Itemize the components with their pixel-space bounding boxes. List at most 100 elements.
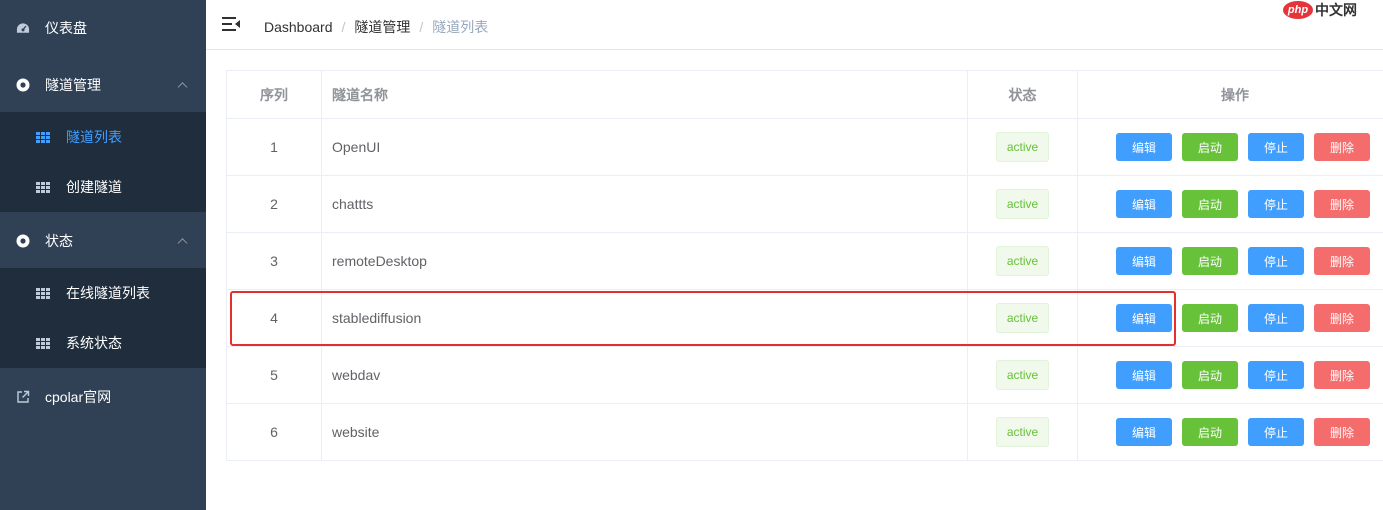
edit-button[interactable]: 编辑 <box>1116 304 1172 332</box>
external-link-icon <box>16 390 30 404</box>
edit-button[interactable]: 编辑 <box>1116 361 1172 389</box>
delete-button[interactable]: 删除 <box>1314 247 1370 275</box>
status-badge: active <box>995 417 1050 447</box>
site-watermark: php 中文网 <box>1283 0 1357 20</box>
stop-button[interactable]: 停止 <box>1248 133 1304 161</box>
breadcrumb-separator: / <box>419 19 424 35</box>
sidebar-label-cpolar-site: cpolar官网 <box>45 389 112 405</box>
table-row: 5 webdav active 编辑 启动 停止 删除 <box>226 346 1383 404</box>
sidebar-item-dashboard[interactable]: 仪表盘 <box>0 0 206 56</box>
chevron-up-icon <box>177 238 188 249</box>
edit-button[interactable]: 编辑 <box>1116 247 1172 275</box>
cell-index: 5 <box>226 346 322 404</box>
edit-button[interactable]: 编辑 <box>1116 133 1172 161</box>
column-header-name: 隧道名称 <box>321 70 968 119</box>
cell-tunnel-name: remoteDesktop <box>321 232 968 290</box>
status-badge: active <box>995 132 1050 162</box>
stop-button[interactable]: 停止 <box>1248 247 1304 275</box>
breadcrumb-separator: / <box>341 19 346 35</box>
breadcrumb-tunnel-management[interactable]: 隧道管理 <box>354 17 410 37</box>
cell-status: active <box>967 289 1078 347</box>
cell-status: active <box>967 175 1078 233</box>
table-header-row: 序列 隧道名称 状态 操作 <box>226 70 1383 119</box>
cell-actions: 编辑 启动 停止 删除 <box>1077 232 1383 290</box>
cell-actions: 编辑 启动 停止 删除 <box>1077 118 1383 176</box>
status-badge: active <box>995 246 1050 276</box>
cell-tunnel-name: webdav <box>321 346 968 404</box>
cell-actions: 编辑 启动 停止 删除 <box>1077 175 1383 233</box>
stop-button[interactable]: 停止 <box>1248 361 1304 389</box>
column-header-status: 状态 <box>967 70 1078 119</box>
delete-button[interactable]: 删除 <box>1314 418 1370 446</box>
cell-status: active <box>967 232 1078 290</box>
menu-toggle-icon[interactable] <box>222 17 240 31</box>
tunnel-table: 序列 隧道名称 状态 操作 1 OpenUI active 编辑 启动 停止 删… <box>226 70 1383 461</box>
status-badge: active <box>995 189 1050 219</box>
sidebar-label-online-tunnel-list: 在线隧道列表 <box>66 285 150 301</box>
sidebar-item-tunnel-management[interactable]: 隧道管理 <box>0 57 206 113</box>
table-row: 6 website active 编辑 启动 停止 删除 <box>226 403 1383 461</box>
sidebar-label-dashboard: 仪表盘 <box>45 20 87 36</box>
grid-icon <box>36 286 50 300</box>
cell-index: 4 <box>226 289 322 347</box>
lifebuoy-icon <box>16 234 30 248</box>
status-badge: active <box>995 360 1050 390</box>
sidebar-item-system-status[interactable]: 系统状态 <box>0 318 206 368</box>
sidebar: 仪表盘 隧道管理 隧道列表 创建隧道 状态 在线隧道列表 系统状态 cpolar… <box>0 0 206 510</box>
start-button[interactable]: 启动 <box>1182 247 1238 275</box>
sidebar-label-system-status: 系统状态 <box>66 335 122 351</box>
edit-button[interactable]: 编辑 <box>1116 418 1172 446</box>
grid-icon <box>36 180 50 194</box>
cell-index: 2 <box>226 175 322 233</box>
edit-button[interactable]: 编辑 <box>1116 190 1172 218</box>
delete-button[interactable]: 删除 <box>1314 361 1370 389</box>
app-root: 仪表盘 隧道管理 隧道列表 创建隧道 状态 在线隧道列表 系统状态 cpolar… <box>0 0 1383 510</box>
table-row: 2 chattts active 编辑 启动 停止 删除 <box>226 175 1383 233</box>
cell-status: active <box>967 118 1078 176</box>
cell-actions: 编辑 启动 停止 删除 <box>1077 289 1383 347</box>
sidebar-label-status: 状态 <box>45 233 73 249</box>
sidebar-item-cpolar-site[interactable]: cpolar官网 <box>0 369 206 425</box>
breadcrumb-tunnel-list: 隧道列表 <box>432 19 489 35</box>
lifebuoy-icon <box>16 78 30 92</box>
column-header-index: 序列 <box>226 70 322 119</box>
cell-tunnel-name: website <box>321 403 968 461</box>
delete-button[interactable]: 删除 <box>1314 190 1370 218</box>
grid-icon <box>36 130 50 144</box>
cell-actions: 编辑 启动 停止 删除 <box>1077 403 1383 461</box>
cell-index: 3 <box>226 232 322 290</box>
cell-status: active <box>967 403 1078 461</box>
breadcrumb: Dashboard / 隧道管理 / 隧道列表 <box>264 17 488 37</box>
sidebar-label-tunnel-management: 隧道管理 <box>45 77 101 93</box>
grid-icon <box>36 336 50 350</box>
cell-actions: 编辑 启动 停止 删除 <box>1077 346 1383 404</box>
sidebar-label-create-tunnel: 创建隧道 <box>66 179 122 195</box>
start-button[interactable]: 启动 <box>1182 190 1238 218</box>
delete-button[interactable]: 删除 <box>1314 304 1370 332</box>
dashboard-icon <box>16 21 30 35</box>
sidebar-item-status[interactable]: 状态 <box>0 213 206 269</box>
cell-index: 6 <box>226 403 322 461</box>
cell-tunnel-name: stablediffusion <box>321 289 968 347</box>
start-button[interactable]: 启动 <box>1182 418 1238 446</box>
stop-button[interactable]: 停止 <box>1248 304 1304 332</box>
cell-tunnel-name: OpenUI <box>321 118 968 176</box>
delete-button[interactable]: 删除 <box>1314 133 1370 161</box>
sidebar-item-tunnel-list[interactable]: 隧道列表 <box>0 112 206 162</box>
sidebar-label-tunnel-list: 隧道列表 <box>66 129 122 145</box>
table-row: 1 OpenUI active 编辑 启动 停止 删除 <box>226 118 1383 176</box>
php-logo: php <box>1283 1 1313 19</box>
sidebar-item-create-tunnel[interactable]: 创建隧道 <box>0 162 206 212</box>
tunnel-table-container: 序列 隧道名称 状态 操作 1 OpenUI active 编辑 启动 停止 删… <box>226 70 1383 461</box>
cell-status: active <box>967 346 1078 404</box>
sidebar-item-online-tunnel-list[interactable]: 在线隧道列表 <box>0 268 206 318</box>
start-button[interactable]: 启动 <box>1182 361 1238 389</box>
status-badge: active <box>995 303 1050 333</box>
column-header-actions: 操作 <box>1077 70 1383 119</box>
chevron-up-icon <box>177 82 188 93</box>
start-button[interactable]: 启动 <box>1182 133 1238 161</box>
stop-button[interactable]: 停止 <box>1248 418 1304 446</box>
stop-button[interactable]: 停止 <box>1248 190 1304 218</box>
start-button[interactable]: 启动 <box>1182 304 1238 332</box>
breadcrumb-dashboard[interactable]: Dashboard <box>264 19 333 35</box>
